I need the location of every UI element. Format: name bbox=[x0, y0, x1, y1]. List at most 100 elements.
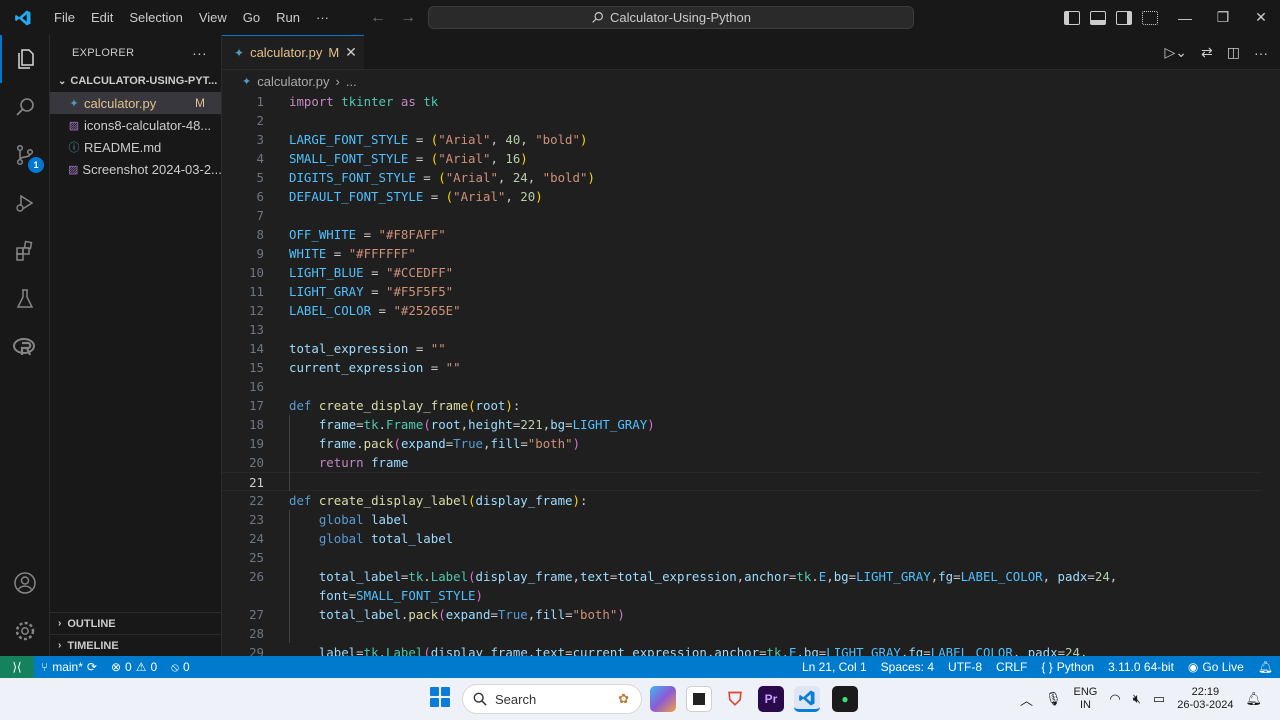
chevron-up-icon[interactable]: ︿ bbox=[1020, 690, 1033, 709]
manage-activity[interactable] bbox=[0, 607, 50, 655]
menu-item[interactable]: Run bbox=[268, 0, 308, 35]
code-token: SMALL_FONT_STYLE bbox=[289, 151, 409, 166]
code-editor[interactable]: 1 import tkinter as tk 2 3 LARGE_FONT_STYLE … bbox=[222, 92, 1262, 656]
menu-item[interactable]: View bbox=[191, 0, 235, 35]
line-number: 28 bbox=[249, 626, 264, 641]
language-mode[interactable]: { } Python bbox=[1034, 660, 1101, 674]
remote-indicator[interactable]: ⟩⟨ bbox=[0, 656, 34, 678]
breadcrumb-file[interactable]: calculator.py bbox=[257, 74, 329, 89]
file-item[interactable]: ▨ icons8-calculator-48... bbox=[50, 114, 221, 136]
python-interpreter[interactable]: 3.11.0 64-bit bbox=[1101, 660, 1181, 674]
notifications-icon[interactable]: 🔔︎ bbox=[1251, 660, 1280, 674]
volume-muted-icon[interactable]: 🔇︎ bbox=[1133, 691, 1141, 707]
cursor-position[interactable]: Ln 21, Col 1 bbox=[795, 660, 874, 674]
code-token: ( bbox=[423, 417, 431, 432]
code-line: 9 WHITE = "#FFFFFF" bbox=[222, 244, 1262, 263]
code-token: "#25265E" bbox=[393, 303, 461, 318]
back-arrow-icon[interactable]: ← bbox=[370, 9, 386, 27]
search-activity[interactable] bbox=[0, 83, 50, 131]
branch-indicator[interactable]: ⑂ main* ⟳ bbox=[34, 660, 104, 674]
outline-section[interactable]: › OUTLINE bbox=[50, 612, 222, 634]
status-right: Ln 21, Col 1 Spaces: 4 UTF-8 CRLF { } Py… bbox=[795, 660, 1280, 674]
remote-explorer-activity[interactable] bbox=[0, 323, 50, 371]
green-app-icon[interactable]: ● bbox=[832, 686, 858, 712]
code-token: "bold" bbox=[535, 132, 580, 147]
error-icon: ⊗ bbox=[110, 660, 122, 674]
line-number: 2 bbox=[256, 113, 264, 128]
split-editor-icon[interactable]: ◫ bbox=[1227, 44, 1240, 61]
toggle-panel-icon[interactable] bbox=[1090, 10, 1106, 25]
code-token: global bbox=[318, 531, 364, 546]
compare-changes-icon[interactable]: ⇄ bbox=[1201, 44, 1213, 61]
command-center[interactable]: Calculator-Using-Python bbox=[428, 6, 914, 29]
code-line: 16 bbox=[222, 377, 1262, 396]
windows-start-icon[interactable] bbox=[430, 687, 450, 707]
problems-indicator[interactable]: ⊗ 0 ⚠ 0 bbox=[104, 660, 164, 674]
tab-calculator-py[interactable]: ✦ calculator.py M ✕ bbox=[222, 35, 364, 69]
encoding[interactable]: UTF-8 bbox=[941, 660, 989, 674]
explorer-sidebar: EXPLORER ··· ⌄ CALCULATOR-USING-PYT... ✦… bbox=[50, 35, 222, 656]
language-indicator[interactable]: ENG IN bbox=[1074, 686, 1098, 712]
timeline-section[interactable]: › TIMELINE bbox=[50, 634, 222, 656]
go-live-label: Go Live bbox=[1202, 660, 1244, 674]
close-window-icon[interactable]: ✕ bbox=[1242, 9, 1280, 26]
line-source: total_label=tk.Label(display_frame,text=… bbox=[289, 567, 1117, 586]
run-python-icon[interactable]: ▷⌄ bbox=[1165, 44, 1188, 61]
more-actions-icon[interactable]: ··· bbox=[192, 45, 207, 61]
explorer-activity[interactable] bbox=[0, 35, 50, 83]
file-item[interactable]: ✦ calculator.py M bbox=[50, 92, 221, 114]
restore-icon[interactable]: ❐ bbox=[1204, 9, 1242, 26]
file-item[interactable]: ▨ Screenshot 2024-03-2... bbox=[50, 158, 221, 180]
menu-item[interactable]: Edit bbox=[83, 0, 121, 35]
minimize-icon[interactable]: — bbox=[1166, 10, 1204, 26]
menu-item[interactable]: Selection bbox=[121, 0, 190, 35]
source-control-activity[interactable]: 1 bbox=[0, 131, 50, 179]
more-actions-icon[interactable]: ··· bbox=[1254, 45, 1268, 61]
toggle-sidebar-icon[interactable] bbox=[1064, 10, 1080, 25]
indentation[interactable]: Spaces: 4 bbox=[874, 660, 941, 674]
taskbar-search[interactable]: Search ✿ bbox=[462, 684, 642, 714]
toggle-secondary-sidebar-icon[interactable] bbox=[1116, 10, 1132, 25]
line-ending[interactable]: CRLF bbox=[989, 660, 1034, 674]
battery-icon[interactable]: ▭ bbox=[1153, 691, 1165, 707]
search-icon bbox=[592, 12, 603, 23]
run-debug-activity[interactable] bbox=[0, 179, 50, 227]
premiere-pro-icon[interactable]: Pr bbox=[758, 686, 784, 712]
forward-arrow-icon[interactable]: → bbox=[400, 9, 416, 27]
microphone-icon[interactable]: 🎙︎ bbox=[1045, 691, 1062, 707]
menu-item[interactable]: ··· bbox=[308, 0, 337, 35]
notification-bell-icon[interactable]: 🔔︎ bbox=[1245, 691, 1262, 707]
wifi-icon[interactable]: ◠ bbox=[1109, 691, 1120, 707]
menu-item[interactable]: Go bbox=[235, 0, 268, 35]
breadcrumb-rest[interactable]: ... bbox=[346, 74, 357, 89]
accounts-activity[interactable] bbox=[0, 559, 50, 607]
clock[interactable]: 22:19 26-03-2024 bbox=[1177, 686, 1233, 712]
workspace-folder[interactable]: ⌄ CALCULATOR-USING-PYT... bbox=[50, 70, 221, 92]
code-token: DEFAULT_FONT_STYLE bbox=[289, 189, 424, 204]
customize-layout-icon[interactable] bbox=[1142, 10, 1158, 25]
files-app-icon[interactable] bbox=[686, 686, 712, 712]
menu-item[interactable]: File bbox=[46, 0, 83, 35]
code-token: , bbox=[572, 569, 580, 584]
line-source: def create_display_frame(root): bbox=[289, 396, 520, 415]
close-icon[interactable]: ✕ bbox=[345, 44, 357, 61]
vscode-taskbar-icon[interactable] bbox=[794, 686, 820, 712]
code-token: , bbox=[497, 170, 513, 185]
extensions-activity[interactable] bbox=[0, 227, 50, 275]
file-item[interactable]: ⓘ README.md bbox=[50, 136, 221, 158]
testing-activity[interactable] bbox=[0, 275, 50, 323]
code-token: frame bbox=[318, 417, 357, 432]
code-token: tk bbox=[408, 569, 424, 584]
explorer-header: EXPLORER ··· bbox=[50, 35, 221, 70]
sync-icon[interactable]: ⟳ bbox=[87, 660, 97, 674]
code-token: ) bbox=[475, 588, 483, 603]
code-token: ) bbox=[647, 417, 655, 432]
code-token: root bbox=[430, 417, 461, 432]
brave-icon[interactable]: ⛉ bbox=[722, 686, 748, 712]
copilot-icon[interactable] bbox=[650, 686, 676, 712]
go-live-button[interactable]: ◉ Go Live bbox=[1181, 660, 1251, 674]
ports-indicator[interactable]: ⦸ 0 bbox=[164, 660, 197, 675]
